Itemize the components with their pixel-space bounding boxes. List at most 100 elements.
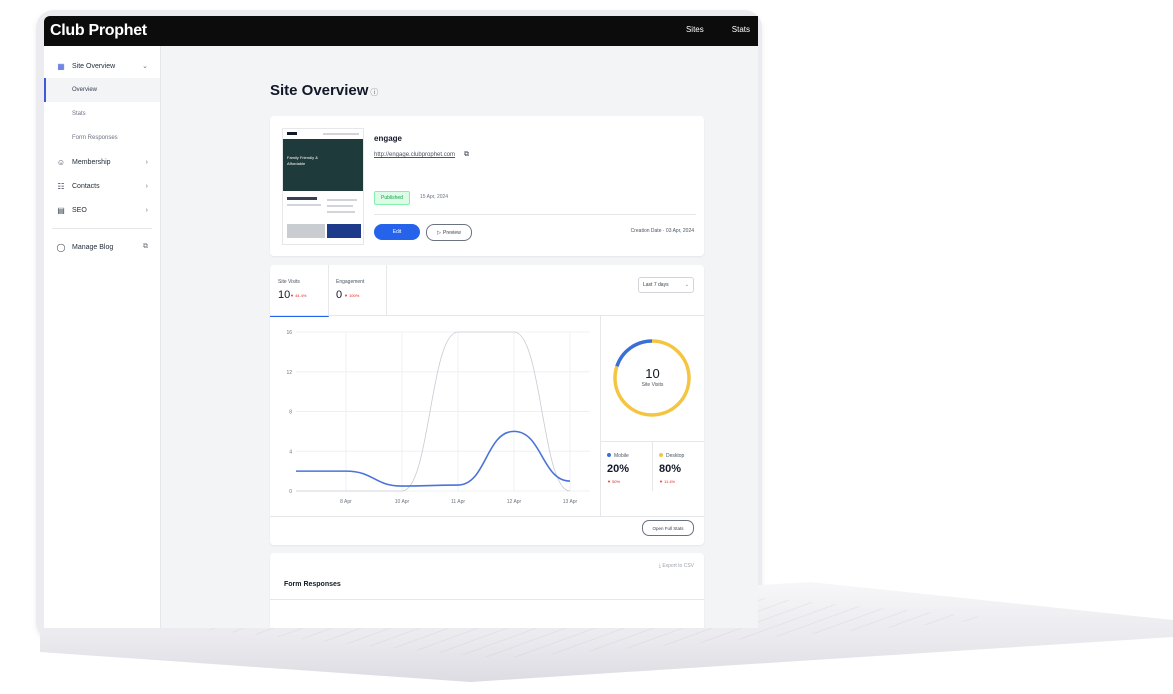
tab-value: 10 bbox=[278, 289, 291, 301]
site-url-link[interactable]: http://engage.clubprophet.com bbox=[374, 152, 455, 158]
date-range-value: Last 7 days bbox=[643, 282, 669, 288]
play-icon: ▷ bbox=[437, 229, 442, 236]
sidebar-subitem-overview[interactable]: Overview bbox=[44, 78, 160, 102]
preview-button-label: Preview bbox=[443, 229, 461, 236]
creation-date: Creation Date · 03 Apr, 2024 bbox=[630, 228, 694, 234]
external-link-icon: ⧉ bbox=[143, 243, 148, 250]
top-nav: Sites Stats bbox=[686, 25, 750, 34]
tab-engagement[interactable]: Engagement 0 ▼ 100% bbox=[328, 265, 387, 315]
y-tick-label: 4 bbox=[289, 449, 292, 455]
thumb-text bbox=[327, 211, 355, 213]
thumb-text bbox=[327, 205, 353, 207]
status-badge: Published bbox=[374, 191, 410, 205]
brand-logo[interactable]: Club Prophet bbox=[50, 22, 147, 40]
sidebar-item-contacts[interactable]: ☷ Contacts › bbox=[44, 174, 160, 198]
thumb-text bbox=[327, 199, 357, 201]
export-csv-label: Export to CSV bbox=[662, 563, 694, 569]
mobile-label-row: Mobile bbox=[607, 453, 629, 459]
thumb-logo bbox=[287, 132, 297, 135]
chevron-down-icon: ⌄ bbox=[684, 282, 689, 288]
tab-label: Engagement bbox=[336, 279, 365, 285]
export-csv-link[interactable]: ⤓ Export to CSV bbox=[659, 563, 694, 569]
edit-button-label: Edit bbox=[392, 229, 402, 235]
desktop-label: Desktop bbox=[666, 453, 685, 459]
tab-site-visits[interactable]: Site Visits 10 ▼ 44.4% bbox=[270, 265, 329, 317]
chevron-right-icon: › bbox=[145, 182, 148, 190]
mobile-dot bbox=[607, 453, 611, 457]
mobile-label: Mobile bbox=[614, 453, 629, 459]
desktop-split: Desktop 80% ▼ 11.4% bbox=[653, 441, 704, 491]
chat-icon: ◯ bbox=[56, 242, 66, 252]
stats-card: Site Visits 10 ▼ 44.4% Engagement 0 ▼ 10… bbox=[270, 265, 704, 545]
x-tick-label: 13 Apr bbox=[563, 499, 578, 505]
thumb-heading bbox=[287, 197, 317, 200]
chevron-right-icon: › bbox=[145, 158, 148, 166]
form-responses-title: Form Responses bbox=[284, 581, 341, 588]
stats-footer-divider bbox=[270, 516, 704, 517]
download-icon: ⤓ bbox=[658, 563, 661, 569]
thumb-footer-box bbox=[327, 224, 361, 238]
seo-icon: ▤ bbox=[57, 205, 65, 215]
sidebar-item-label: Contacts bbox=[72, 182, 100, 190]
site-thumbnail[interactable]: Family Friendly & Affordable bbox=[282, 128, 364, 245]
sidebar-divider bbox=[52, 228, 152, 229]
page-title: Site Overview ⓘ bbox=[270, 82, 378, 99]
sidebar-item-site-overview[interactable]: ▦ Site Overview ⌄ bbox=[44, 54, 160, 78]
y-tick-label: 0 bbox=[289, 489, 292, 495]
chevron-down-icon: ⌄ bbox=[142, 63, 148, 70]
top-bar: Club Prophet Sites Stats bbox=[44, 16, 758, 46]
form-responses-card: ⤓ Export to CSV Form Responses bbox=[270, 553, 704, 628]
desktop-change: ▼ 11.4% bbox=[659, 479, 676, 484]
nav-stats[interactable]: Stats bbox=[732, 25, 750, 34]
thumb-text bbox=[287, 204, 321, 206]
x-tick-label: 10 Apr bbox=[395, 499, 410, 505]
thumb-image bbox=[287, 224, 325, 238]
sidebar-item-label: SEO bbox=[72, 206, 87, 214]
sidebar-item-label: Manage Blog bbox=[72, 243, 114, 251]
site-name: engage bbox=[374, 134, 403, 143]
donut-panel: 10 Site Visits bbox=[601, 316, 704, 441]
preview-button[interactable]: ▷ Preview bbox=[426, 224, 472, 241]
thumb-hero-text: Family Friendly & Affordable bbox=[287, 155, 318, 166]
brand-name: Club Prophet bbox=[50, 22, 147, 39]
contacts-icon: ☷ bbox=[57, 181, 65, 191]
sidebar-subitem-stats[interactable]: Stats bbox=[44, 102, 160, 126]
donut-value: 10 bbox=[645, 366, 660, 381]
y-tick-label: 8 bbox=[289, 410, 292, 416]
page-title-text: Site Overview bbox=[270, 82, 369, 99]
mobile-change: ▼ 50% bbox=[607, 479, 621, 484]
info-icon[interactable]: ⓘ bbox=[370, 88, 378, 97]
sidebar-item-seo[interactable]: ▤ SEO › bbox=[44, 198, 160, 222]
layout-icon: ▦ bbox=[57, 61, 65, 71]
site-card: Family Friendly & Affordable engage http… bbox=[270, 116, 704, 256]
open-full-stats-button[interactable]: Open Full Stats bbox=[642, 520, 694, 536]
desktop-label-row: Desktop bbox=[659, 453, 684, 459]
sidebar: ▦ Site Overview ⌄ Overview Stats Form Re… bbox=[44, 46, 161, 628]
donut-label: Site Visits bbox=[641, 382, 664, 388]
sidebar-item-manage-blog[interactable]: ◯ Manage Blog ⧉ bbox=[44, 235, 160, 259]
tab-value: 0 bbox=[336, 289, 343, 301]
visits-line-chart: 0 4 8 12 16 8 Apr 10 Apr 11 Apr 12 Apr 13 Apr bbox=[286, 330, 590, 505]
x-tick-label: 12 Apr bbox=[507, 499, 522, 505]
tab-change: ▼ 100% bbox=[344, 293, 360, 298]
user-icon: ☺ bbox=[56, 157, 66, 167]
x-tick-label: 11 Apr bbox=[451, 499, 465, 505]
x-tick-label: 8 Apr bbox=[340, 499, 352, 505]
sidebar-subitem-form-responses[interactable]: Form Responses bbox=[44, 126, 160, 150]
published-date: 15 Apr, 2024 bbox=[420, 194, 449, 200]
sidebar-item-membership[interactable]: ☺ Membership › bbox=[44, 150, 160, 174]
form-divider bbox=[270, 599, 704, 600]
desktop-dot bbox=[659, 453, 663, 457]
sidebar-item-label: Site Overview bbox=[72, 62, 116, 70]
screen: Club Prophet Sites Stats ▦ Site Overview… bbox=[44, 16, 758, 628]
chevron-right-icon: › bbox=[145, 206, 148, 214]
copy-icon[interactable]: ⧉ bbox=[464, 151, 469, 159]
y-tick-label: 16 bbox=[286, 330, 292, 336]
date-range-select[interactable]: Last 7 days ⌄ bbox=[638, 277, 694, 293]
tab-change: ▼ 44.4% bbox=[290, 293, 307, 298]
open-full-stats-label: Open Full Stats bbox=[652, 525, 684, 531]
sidebar-item-label: Membership bbox=[72, 158, 111, 166]
edit-button[interactable]: Edit bbox=[374, 224, 420, 240]
mobile-split: Mobile 20% ▼ 50% bbox=[601, 441, 652, 491]
nav-sites[interactable]: Sites bbox=[686, 25, 704, 34]
